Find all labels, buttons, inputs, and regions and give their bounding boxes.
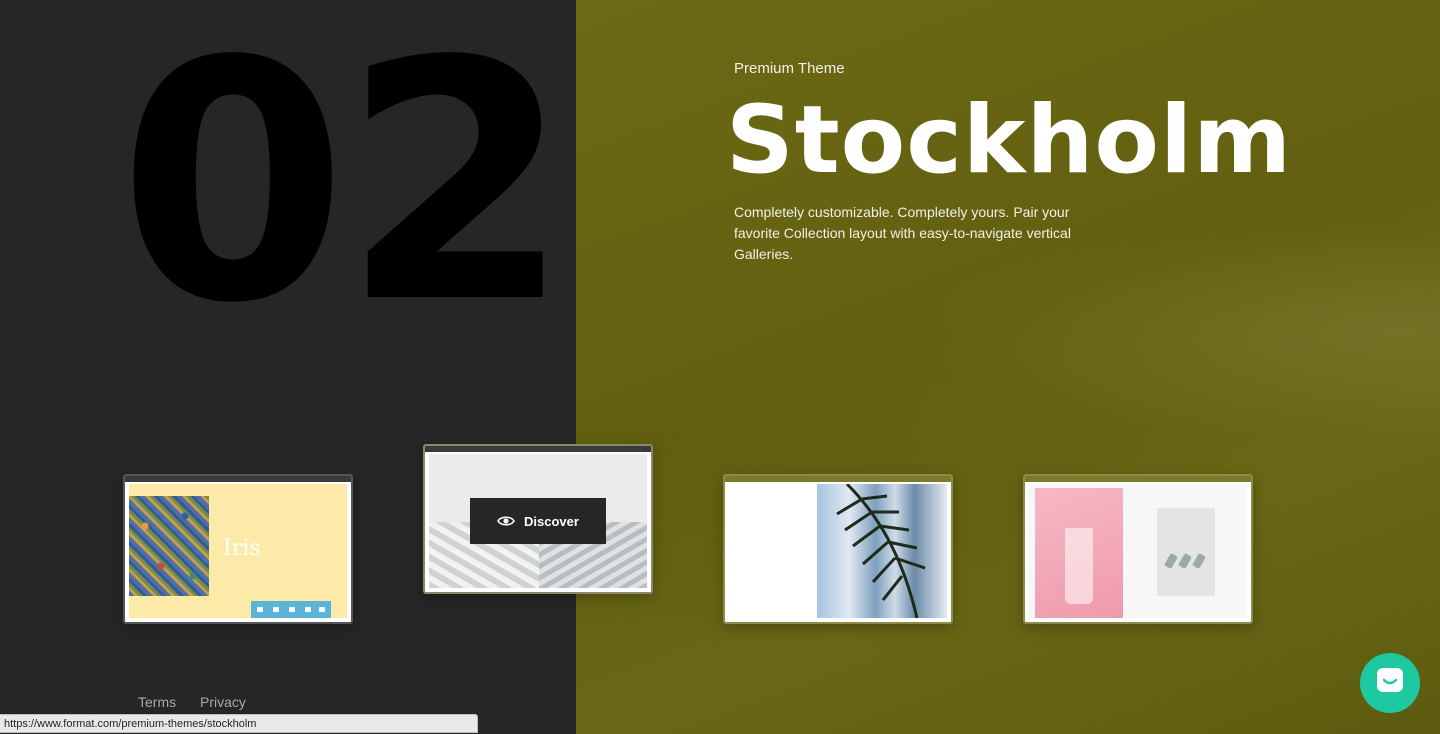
iris-logo-text: Iris (223, 536, 261, 561)
iris-image-strip (251, 601, 331, 618)
theme-thumbnail-iris[interactable]: Iris (123, 474, 353, 624)
thumb-preview (729, 484, 947, 618)
thumb-preview: Iris (129, 484, 347, 618)
theme-description: Completely customizable. Completely your… (734, 204, 1071, 262)
pink-glass-photo (1035, 488, 1123, 618)
terms-link[interactable]: Terms (138, 694, 176, 710)
status-bar-url: https://www.format.com/premium-themes/st… (0, 714, 478, 733)
thumb-window-bar (1025, 476, 1251, 482)
theme-title: Stockholm (726, 86, 1293, 195)
thumb-window-bar (125, 476, 351, 482)
theme-thumbnail-pink[interactable] (1023, 474, 1253, 624)
eye-icon (497, 515, 515, 527)
theme-number: 02 (118, 0, 571, 375)
glass-shape (1065, 528, 1093, 604)
chat-button[interactable] (1360, 653, 1420, 713)
thumb-window-bar (425, 446, 651, 452)
theme-thumbnail-palm[interactable] (723, 474, 953, 624)
discover-label: Discover (524, 513, 579, 529)
privacy-link[interactable]: Privacy (200, 694, 246, 710)
palm-photo (817, 484, 947, 618)
chat-icon (1375, 666, 1405, 701)
gray-object-photo (1157, 508, 1215, 596)
discover-button[interactable]: Discover (470, 498, 606, 544)
thumb-preview (1029, 484, 1247, 618)
eyebrow-label: Premium Theme (734, 60, 845, 77)
thumb-window-bar (725, 476, 951, 482)
iris-photo (129, 496, 209, 596)
